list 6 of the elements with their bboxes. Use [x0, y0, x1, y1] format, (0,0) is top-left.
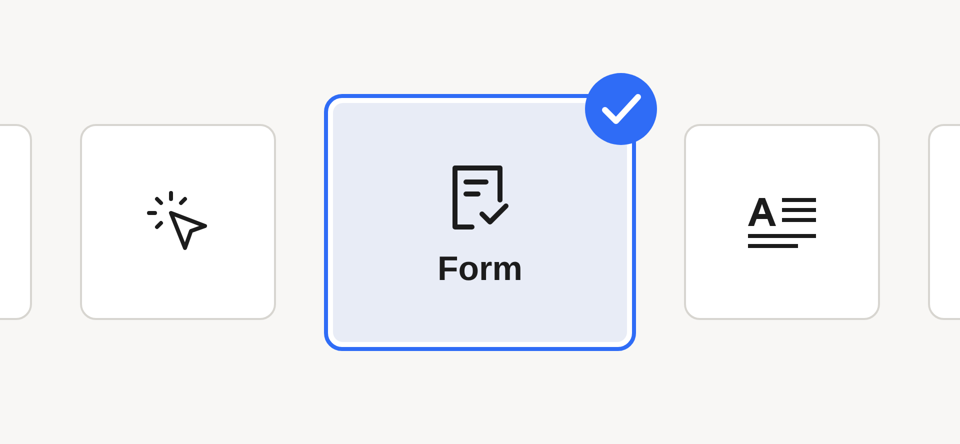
option-label: Form [438, 252, 522, 286]
checkmark-badge-icon [585, 72, 657, 144]
option-card[interactable] [684, 124, 880, 320]
cursor-click-icon [147, 191, 209, 253]
form-check-icon [450, 164, 510, 230]
selected-option-card[interactable]: Form [324, 94, 636, 350]
